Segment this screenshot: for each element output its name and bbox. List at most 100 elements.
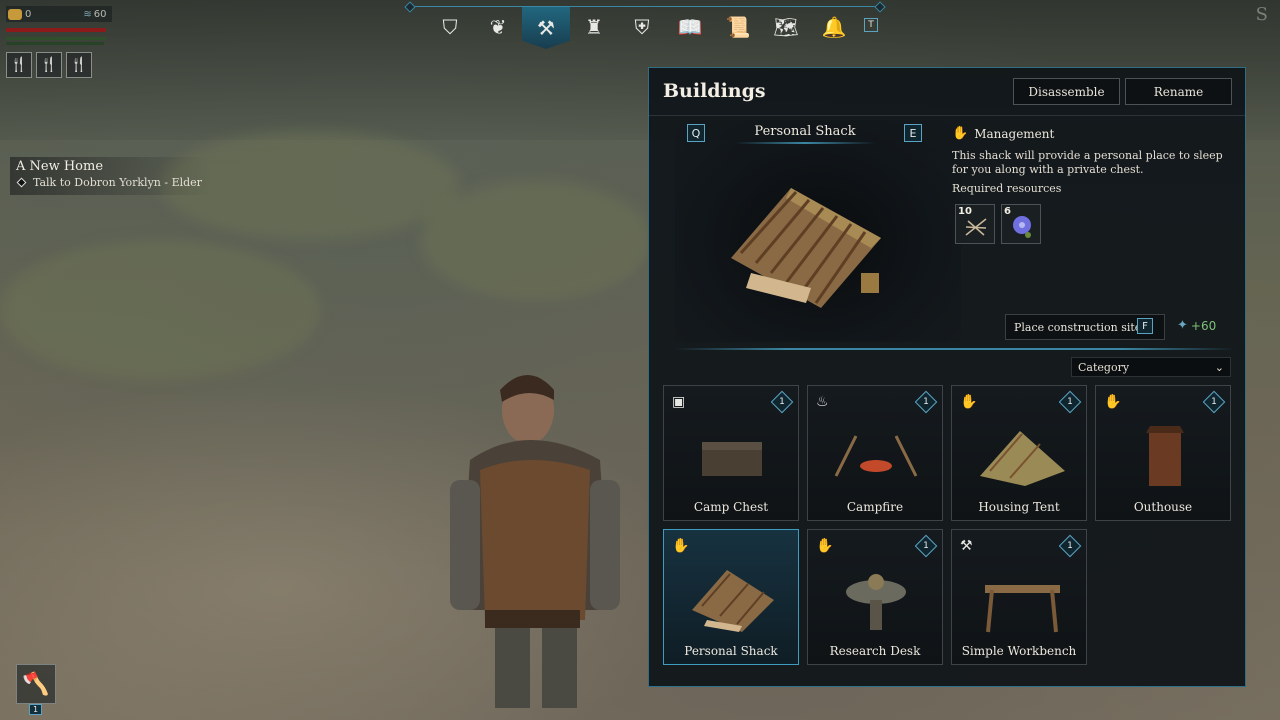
scroll-icon[interactable]: 📜 (714, 10, 762, 44)
count-badge: 1 (914, 534, 938, 558)
fork-knife-icon[interactable]: 🍴 (6, 52, 32, 78)
category-dropdown-label: Category (1078, 360, 1130, 374)
xp-value: +60 (1190, 318, 1217, 333)
resource-flax[interactable]: 6 (1001, 204, 1041, 244)
next-building-key[interactable]: E (904, 124, 922, 142)
place-key-hint: F (1137, 318, 1153, 334)
selected-building-name: Personal Shack (754, 124, 856, 139)
building-card[interactable]: ✋ Personal Shack (663, 529, 799, 665)
personal-shack-image (731, 188, 881, 308)
building-thumbnail (985, 585, 1060, 633)
buildings-panel: Buildings Disassemble Rename Q Personal … (648, 67, 1246, 687)
grass-patch (0, 240, 320, 380)
panel-separator (649, 115, 1245, 116)
management-icon: ✋ (816, 538, 834, 554)
flax-flower-icon (1013, 216, 1031, 238)
fork-knife-icon[interactable]: 🍴 (36, 52, 62, 78)
resource-counter: 0 ≋ 60 (6, 6, 112, 22)
tool-count: 1 (29, 704, 42, 715)
category-label: ✋ Management (952, 126, 1054, 141)
category-dropdown[interactable]: Category ⌄ (1071, 357, 1231, 377)
name-underline (735, 142, 875, 144)
prev-building-key[interactable]: Q (687, 124, 705, 142)
cooking-icon: ♨ (816, 394, 829, 410)
quest-tracker[interactable]: A New Home Talk to Dobron Yorklyn - Elde… (10, 157, 210, 195)
count-badge-value: 1 (1067, 397, 1073, 407)
bell-icon[interactable]: 🔔 (810, 10, 858, 44)
count-badge: 1 (1202, 390, 1226, 414)
rename-button[interactable]: Rename (1125, 78, 1232, 105)
building-thumbnail (834, 435, 918, 477)
water-count: 60 (93, 8, 107, 20)
building-card[interactable]: ⚒ 1 Simple Workbench (951, 529, 1087, 665)
section-divider (675, 348, 1235, 350)
quest-title: A New Home (16, 159, 104, 174)
fork-knife-icon[interactable]: 🍴 (66, 52, 92, 78)
building-card-label: Outhouse (1133, 500, 1193, 514)
management-icon: ✋ (960, 394, 978, 410)
xp-icon: ✦ (1177, 318, 1188, 333)
chevron-down-icon: ⌄ (1214, 360, 1224, 374)
building-card-label: Research Desk (829, 644, 921, 658)
helmet-icon[interactable]: ⛨ (618, 10, 666, 44)
objective-diamond-icon (16, 177, 27, 188)
count-badge: 1 (1058, 390, 1082, 414)
count-badge-value: 1 (923, 397, 929, 407)
count-badge-value: 1 (1211, 397, 1217, 407)
castle-icon[interactable]: ♜ (570, 10, 618, 44)
building-card[interactable]: ♨ 1 Campfire (807, 385, 943, 521)
building-description: This shack will provide a personal place… (952, 149, 1223, 176)
building-thumbnail (702, 442, 762, 476)
management-icon: ✋ (672, 538, 690, 554)
building-card-label: Housing Tent (978, 500, 1060, 514)
building-card[interactable]: ✋ 1 Outhouse (1095, 385, 1231, 521)
building-thumbnail (692, 570, 774, 632)
food-slots: 🍴 🍴 🍴 (6, 52, 92, 78)
banner-icon[interactable]: ⛉ (426, 10, 474, 44)
nav-key-hint: T (864, 18, 878, 32)
quest-objective: Talk to Dobron Yorklyn - Elder (16, 176, 204, 189)
category-text: Management (974, 126, 1055, 141)
top-navigation: ⛉ ❦ ⚒ ♜ ⛨ 📖 📜 🗺 🔔 (426, 7, 858, 52)
building-card[interactable]: ✋ 1 Housing Tent (951, 385, 1087, 521)
quest-map-icon[interactable]: 🗺 (762, 10, 810, 44)
panel-title: Buildings (663, 80, 766, 102)
management-icon: ✋ (1104, 394, 1122, 410)
required-resources-label: Required resources (952, 182, 1062, 195)
place-label: Place construction site (1014, 320, 1142, 334)
count-badge-value: 1 (779, 397, 785, 407)
disassemble-button[interactable]: Disassemble (1013, 78, 1120, 105)
building-thumbnail (846, 574, 906, 630)
topnav-line (410, 6, 880, 7)
coin-icon (8, 8, 22, 20)
stamina-bar (6, 37, 106, 40)
count-badge-value: 1 (923, 541, 929, 551)
sticks-icon (965, 218, 987, 236)
resource-sticks[interactable]: 10 (955, 204, 995, 244)
coin-count: 0 (25, 8, 32, 20)
building-card-label: Camp Chest (693, 500, 769, 514)
book-icon[interactable]: 📖 (666, 10, 714, 44)
energy-bar (6, 42, 104, 45)
storage-icon: ▣ (672, 394, 686, 410)
count-badge: 1 (1058, 534, 1082, 558)
grass-patch (420, 180, 650, 300)
count-badge: 1 (914, 390, 938, 414)
buildings-grid: ▣ 1 Camp Chest ♨ 1 Campfire ✋ 1 Housing Tent ✋ 1 Ou… (663, 385, 1231, 665)
management-icon: ✋ (952, 126, 969, 141)
axe-icon[interactable]: 🪓 (16, 664, 56, 704)
corner-letter: S (1255, 4, 1268, 25)
crafting-icon: ⚒ (960, 538, 973, 554)
building-card-label: Simple Workbench (961, 644, 1077, 658)
building-thumbnail (980, 431, 1065, 486)
count-badge-value: 1 (1067, 541, 1073, 551)
building-card-label: Campfire (846, 500, 904, 514)
building-card-label: Personal Shack (684, 644, 778, 658)
count-badge: 1 (770, 390, 794, 414)
building-thumbnail (1146, 426, 1184, 486)
building-card[interactable]: ✋ 1 Research Desk (807, 529, 943, 665)
map-scroll-icon[interactable]: ❦ (474, 10, 522, 44)
health-bar (6, 28, 106, 32)
building-card[interactable]: ▣ 1 Camp Chest (663, 385, 799, 521)
hammer-icon[interactable]: ⚒ (522, 7, 570, 49)
